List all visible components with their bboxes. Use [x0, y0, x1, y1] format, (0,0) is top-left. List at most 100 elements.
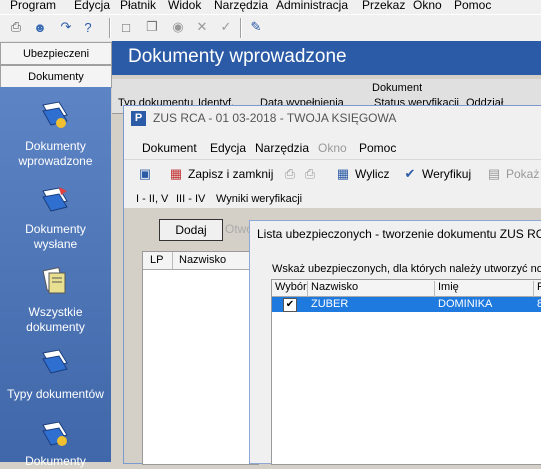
nav-item-label: wysłane	[33, 237, 78, 251]
tab-iii-iv[interactable]: III - IV	[176, 193, 205, 205]
insured-list-dialog: Lista ubezpieczonych - tworzenie dokumen…	[249, 220, 541, 465]
menu-edycja[interactable]: Edycja	[74, 0, 110, 12]
menu-administracja[interactable]: Administracja	[276, 0, 348, 12]
export-icon[interactable]: ↷	[58, 19, 74, 35]
help-icon[interactable]: ?	[80, 19, 96, 35]
column-imie[interactable]: Imię	[438, 281, 459, 293]
menu-pomoc[interactable]: Pomoc	[359, 141, 396, 155]
insured-select-grid: Wybór Nazwisko Imię P ✔ ZUBER DOMINIKA 8…	[271, 279, 541, 465]
nav-item-dokumenty-wprowadzone[interactable]: Dokumenty wprowadzone	[0, 139, 111, 169]
documents-entered-icon	[42, 101, 68, 128]
column-separator	[533, 281, 534, 297]
save-close-icon: ▦	[169, 166, 183, 181]
menu-edycja[interactable]: Edycja	[210, 141, 246, 155]
save-close-button[interactable]: ▦ Zapisz i zamknij	[168, 164, 274, 184]
select-checkbox[interactable]: ✔	[283, 298, 297, 312]
checkmark-icon: ✔	[404, 166, 416, 181]
menu-widok[interactable]: Widok	[168, 0, 201, 12]
nav-item-dokumenty-wyslane[interactable]: Dokumenty wysłane	[0, 222, 111, 252]
nav-tab-label: Ubezpieczeni	[22, 47, 90, 60]
print-preview-icon[interactable]: ⎙	[302, 164, 322, 184]
column-wybor[interactable]: Wybór	[275, 281, 307, 293]
menu-platnik[interactable]: Płatnik	[120, 0, 156, 12]
nav-item-label: Typy dokumentów	[7, 387, 104, 401]
verify-label: Weryfikuj	[422, 167, 472, 181]
grid-group-label: Dokument	[372, 82, 423, 94]
column-separator	[434, 281, 435, 297]
new-document-icon[interactable]: □	[118, 19, 134, 35]
nav-item-label: Dokumenty	[25, 222, 86, 236]
zus-menu-bar: Dokument Edycja Narzędzia Okno Pomoc	[124, 136, 541, 158]
grid-group-header: Dokument	[112, 79, 541, 98]
column-nazwisko[interactable]: Nazwisko	[311, 281, 358, 293]
grid-column-header: LP Nazwisko	[143, 252, 258, 270]
show-icon: ▤	[487, 166, 501, 181]
menu-okno[interactable]: Okno	[413, 0, 442, 12]
nav-item-label: Dokumenty	[25, 139, 86, 153]
all-documents-icon	[42, 266, 66, 294]
toolbar-separator	[109, 18, 111, 38]
tab-wyniki-weryfikacji[interactable]: Wyniki weryfikacji	[216, 193, 302, 205]
column-nazwisko[interactable]: Nazwisko	[179, 254, 226, 266]
calculator-icon: ▦	[336, 166, 350, 181]
column-p[interactable]: P	[537, 281, 541, 293]
calculate-label: Wylicz	[355, 167, 390, 181]
zus-toolbar: ▣ ▦ Zapisz i zamknij ⎙ ⎙ ▦ Wylicz ✔ Wery…	[124, 159, 541, 187]
row-name: DOMINIKA	[438, 298, 493, 310]
print-icon[interactable]: ⎙	[8, 19, 24, 35]
save-icon[interactable]: ▣	[137, 164, 157, 184]
menu-dokument[interactable]: Dokument	[142, 141, 197, 155]
column-lp[interactable]: LP	[150, 254, 163, 266]
window-title: ZUS RCA - 01 03-2018 - TWOJA KSIĘGOWA	[153, 111, 397, 125]
verify-button[interactable]: ✔ Weryfikuj	[402, 164, 472, 184]
add-button[interactable]: Dodaj	[159, 219, 223, 241]
menu-przekaz[interactable]: Przekaz	[362, 0, 405, 12]
row-surname: ZUBER	[311, 298, 349, 310]
documents-sent-icon	[42, 187, 68, 212]
main-toolbar: ⎙ ☻ ↷ ? □ ❐ ◉ ✕ ✓ ✎	[0, 14, 541, 41]
row-p: 87	[537, 298, 541, 310]
dialog-title: Lista ubezpieczonych - tworzenie dokumen…	[257, 227, 541, 241]
edit-document-icon[interactable]: ✎	[248, 19, 264, 35]
zus-tabs: I - II, V III - IV Wyniki weryfikacji	[124, 188, 541, 210]
nav-item-label: wprowadzone	[18, 154, 93, 168]
window-titlebar[interactable]: P ZUS RCA - 01 03-2018 - TWOJA KSIĘGOWA	[124, 106, 541, 132]
check-icon[interactable]: ✓	[218, 19, 234, 35]
tab-i-ii-v[interactable]: I - II, V	[136, 193, 168, 205]
menu-program[interactable]: Program	[10, 0, 56, 12]
column-separator	[307, 281, 308, 297]
menu-okno[interactable]: Okno	[318, 141, 347, 155]
insured-grid: LP Nazwisko	[142, 251, 259, 465]
nav-item-wszystkie-dokumenty[interactable]: Wszystkie dokumenty	[0, 305, 111, 335]
show-label: Pokaż	[506, 167, 540, 181]
nav-tab-dokumenty[interactable]: Dokumenty	[0, 65, 112, 88]
calculate-button[interactable]: ▦ Wylicz	[335, 164, 390, 184]
copy-icon[interactable]: ❐	[144, 19, 160, 35]
users-icon[interactable]: ☻	[32, 19, 48, 35]
page-title: Dokumenty wprowadzone	[128, 46, 347, 67]
documents-icon	[42, 421, 68, 446]
nav-panel: Dokumenty wprowadzone Dokumenty wysłane …	[0, 87, 111, 468]
nav-item-label: dokumenty	[26, 320, 85, 334]
dialog-prompt: Wskaż ubezpieczonych, dla których należy…	[272, 263, 541, 275]
main-menu-bar: Program Edycja Płatnik Widok Narzędzia A…	[0, 0, 541, 14]
menu-narzedzia[interactable]: Narzędzia	[255, 141, 309, 155]
print-icon[interactable]: ⎙	[282, 164, 302, 184]
show-button[interactable]: ▤ Pokaż	[486, 164, 540, 184]
delete-icon[interactable]: ✕	[194, 19, 210, 35]
document-types-icon	[42, 349, 68, 374]
nav-tab-ubezpieczeni[interactable]: Ubezpieczeni	[0, 42, 112, 65]
nav-item-typy-dokumentow[interactable]: Typy dokumentów	[0, 387, 111, 402]
toolbar-separator	[240, 18, 242, 38]
add-button-label: Dodaj	[175, 223, 207, 237]
menu-pomoc[interactable]: Pomoc	[454, 0, 491, 12]
column-separator	[172, 252, 173, 269]
app-logo-icon: P	[131, 111, 146, 126]
grid-column-header: Wybór Nazwisko Imię P	[272, 280, 541, 297]
nav-tabs: Ubezpieczeni Dokumenty	[0, 41, 112, 88]
nav-tab-label: Dokumenty	[28, 70, 84, 83]
table-row[interactable]: ✔ ZUBER DOMINIKA 87	[272, 297, 541, 312]
save-close-label: Zapisz i zamknij	[188, 167, 274, 181]
view-icon[interactable]: ◉	[170, 19, 186, 35]
menu-narzedzia[interactable]: Narzędzia	[214, 0, 268, 12]
